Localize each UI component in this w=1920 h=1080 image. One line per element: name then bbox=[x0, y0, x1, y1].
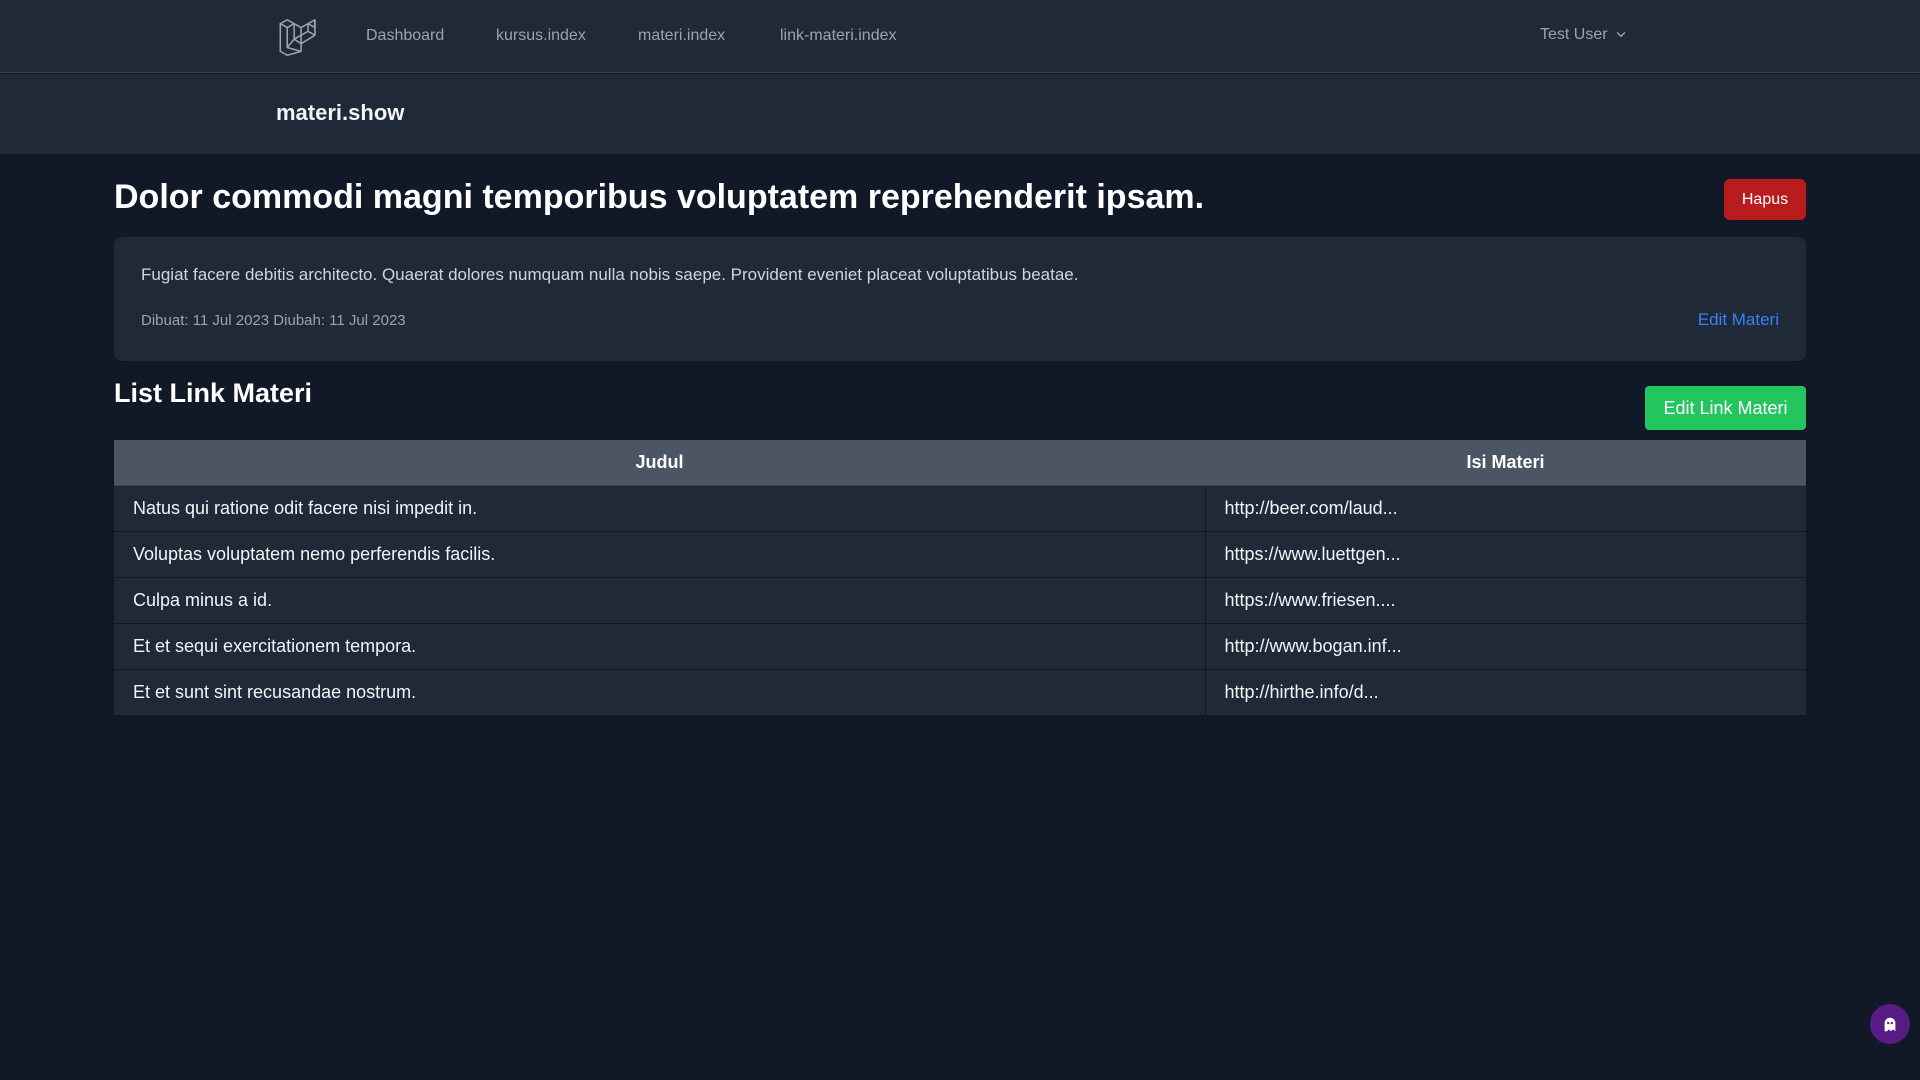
table-row: Culpa minus a id. https://www.friesen...… bbox=[114, 576, 1806, 623]
user-menu-dropdown[interactable]: Test User bbox=[1540, 26, 1628, 44]
cell-isi-materi: https://www.friesen.... bbox=[1205, 576, 1806, 623]
cell-isi-materi: http://beer.com/laud... bbox=[1205, 484, 1806, 531]
cell-judul: Voluptas voluptatem nemo perferendis fac… bbox=[114, 530, 1206, 577]
nav-link-kursus-index[interactable]: kursus.index bbox=[496, 27, 586, 45]
nav-link-link-materi-index[interactable]: link-materi.index bbox=[780, 27, 896, 45]
edit-link-materi-button[interactable]: Edit Link Materi bbox=[1645, 386, 1806, 430]
section-title: List Link Materi bbox=[114, 378, 313, 408]
nav-link-dashboard[interactable]: Dashboard bbox=[366, 27, 444, 45]
top-navigation: Dashboard kursus.index materi.index link… bbox=[0, 0, 1920, 73]
materi-timestamps: Dibuat: 11 Jul 2023 Diubah: 11 Jul 2023 bbox=[141, 312, 406, 329]
table-row: Natus qui ratione odit facere nisi imped… bbox=[114, 484, 1806, 531]
cell-judul: Culpa minus a id. bbox=[114, 576, 1206, 623]
delete-button[interactable]: Hapus bbox=[1724, 179, 1806, 220]
laravel-logo-icon[interactable] bbox=[278, 16, 318, 56]
floating-action-button[interactable] bbox=[1870, 1004, 1910, 1044]
materi-title: Dolor commodi magni temporibus voluptate… bbox=[114, 178, 1205, 216]
edit-materi-link[interactable]: Edit Materi bbox=[1698, 310, 1779, 330]
materi-description: Fugiat facere debitis architecto. Quaera… bbox=[141, 265, 1079, 284]
cell-isi-materi: http://www.bogan.inf... bbox=[1205, 622, 1806, 669]
cell-judul: Et et sunt sint recusandae nostrum. bbox=[114, 668, 1206, 715]
table-row: Et et sunt sint recusandae nostrum. http… bbox=[114, 668, 1806, 715]
user-name: Test User bbox=[1540, 26, 1608, 43]
cell-isi-materi: http://hirthe.info/d... bbox=[1205, 668, 1806, 715]
cell-judul: Natus qui ratione odit facere nisi imped… bbox=[114, 484, 1206, 531]
cell-isi-materi: https://www.luettgen... bbox=[1205, 530, 1806, 577]
column-header-judul: Judul bbox=[114, 440, 1205, 486]
table-row: Voluptas voluptatem nemo perferendis fac… bbox=[114, 530, 1806, 577]
column-header-isi-materi: Isi Materi bbox=[1205, 440, 1806, 486]
page-header: materi.show bbox=[0, 74, 1920, 154]
link-materi-table: Judul Isi Materi Natus qui ratione odit … bbox=[114, 440, 1806, 715]
table-header-row: Judul Isi Materi bbox=[114, 440, 1806, 486]
table-row: Et et sequi exercitationem tempora. http… bbox=[114, 622, 1806, 669]
page-title: materi.show bbox=[276, 100, 405, 125]
chevron-down-icon bbox=[1616, 32, 1625, 38]
nav-link-materi-index[interactable]: materi.index bbox=[638, 27, 725, 45]
materi-detail-card: Fugiat facere debitis architecto. Quaera… bbox=[114, 237, 1806, 361]
ghost-icon bbox=[1884, 1017, 1896, 1032]
cell-judul: Et et sequi exercitationem tempora. bbox=[114, 622, 1206, 669]
